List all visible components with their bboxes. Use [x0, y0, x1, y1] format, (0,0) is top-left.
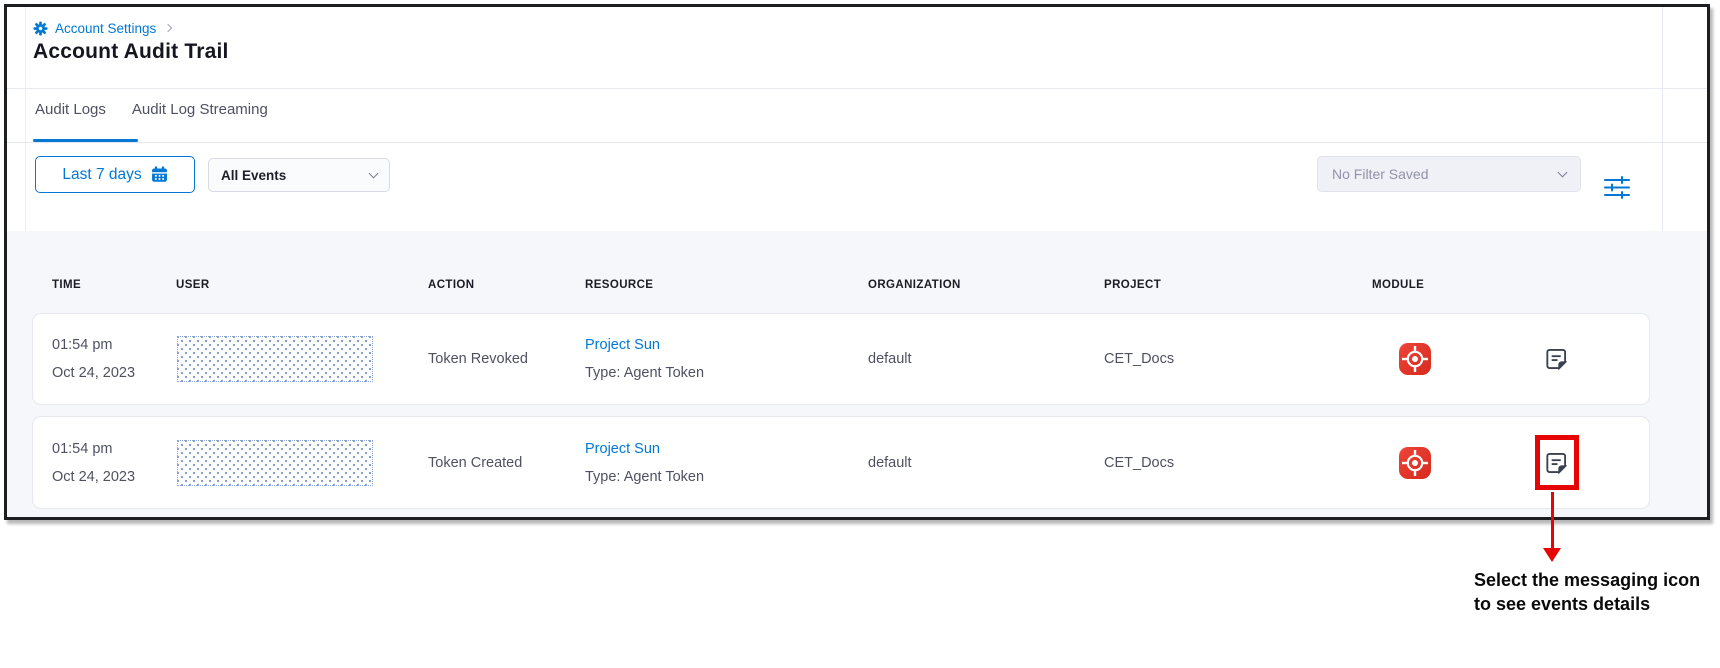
date-range-label: Last 7 days: [62, 166, 141, 184]
date-range-button[interactable]: Last 7 days: [35, 156, 195, 193]
breadcrumb[interactable]: Account Settings: [33, 18, 171, 38]
resource-cell: Project Sun Type: Agent Token: [585, 331, 704, 387]
header-divider: [7, 88, 1707, 89]
chevron-down-icon: [369, 168, 379, 178]
gear-icon: [33, 21, 48, 36]
resource-cell: Project Sun Type: Agent Token: [585, 435, 704, 491]
resource-type: Type: Agent Token: [585, 359, 704, 387]
project-cell: CET_Docs: [1104, 455, 1174, 471]
tab-bar: Audit Logs Audit Log Streaming: [35, 101, 268, 118]
saved-filter-dropdown[interactable]: No Filter Saved: [1317, 156, 1581, 192]
sliders-icon: [1603, 175, 1633, 200]
chevron-right-icon: [164, 24, 172, 32]
column-header-organization: ORGANIZATION: [868, 279, 961, 291]
filter-settings-button[interactable]: [1603, 175, 1633, 201]
event-time: 01:54 pm: [52, 331, 135, 359]
time-cell: 01:54 pm Oct 24, 2023: [52, 435, 135, 491]
column-header-user: USER: [176, 279, 210, 291]
resource-type: Type: Agent Token: [585, 463, 704, 491]
event-date: Oct 24, 2023: [52, 463, 135, 491]
annotation-arrow-line: [1551, 492, 1554, 550]
action-cell: Token Revoked: [428, 351, 528, 367]
annotation-caption: Select the messaging icon to see events …: [1474, 568, 1716, 617]
redacted-user: [177, 440, 373, 486]
table-row: 01:54 pm Oct 24, 2023 Token Revoked Proj…: [33, 314, 1649, 404]
table-row: 01:54 pm Oct 24, 2023 Token Created Proj…: [33, 417, 1649, 508]
time-cell: 01:54 pm Oct 24, 2023: [52, 331, 135, 387]
calendar-icon: [151, 166, 168, 183]
column-header-time: TIME: [52, 279, 81, 291]
tab-audit-logs[interactable]: Audit Logs: [35, 101, 106, 118]
saved-filter-value: No Filter Saved: [1332, 166, 1428, 182]
project-cell: CET_Docs: [1104, 351, 1174, 367]
chevron-down-icon: [1558, 167, 1568, 177]
column-header-action: ACTION: [428, 279, 474, 291]
tabs-divider: [7, 142, 1707, 143]
event-type-dropdown[interactable]: All Events: [208, 158, 390, 192]
cet-target-icon: [1399, 447, 1431, 479]
redacted-user: [177, 336, 373, 382]
action-cell: Token Created: [428, 455, 522, 471]
resource-link[interactable]: Project Sun: [585, 435, 704, 463]
event-date: Oct 24, 2023: [52, 359, 135, 387]
event-details-button[interactable]: [1543, 346, 1569, 372]
screenshot-frame: Account Settings Account Audit Trail Aud…: [4, 4, 1710, 520]
page-canvas: Account Settings Account Audit Trail Aud…: [0, 0, 1720, 668]
annotation-highlight-box: [1535, 435, 1579, 490]
event-type-value: All Events: [221, 168, 286, 183]
organization-cell: default: [868, 351, 912, 367]
tab-audit-log-streaming[interactable]: Audit Log Streaming: [132, 101, 268, 118]
page-title: Account Audit Trail: [33, 40, 229, 64]
annotation-arrow-head: [1543, 548, 1561, 562]
organization-cell: default: [868, 455, 912, 471]
cet-target-icon: [1399, 343, 1431, 375]
event-time: 01:54 pm: [52, 435, 135, 463]
breadcrumb-label: Account Settings: [55, 21, 156, 36]
note-message-icon: [1543, 346, 1569, 372]
resource-link[interactable]: Project Sun: [585, 331, 704, 359]
column-header-project: PROJECT: [1104, 279, 1161, 291]
column-header-module: MODULE: [1372, 279, 1424, 291]
column-header-resource: RESOURCE: [585, 279, 653, 291]
